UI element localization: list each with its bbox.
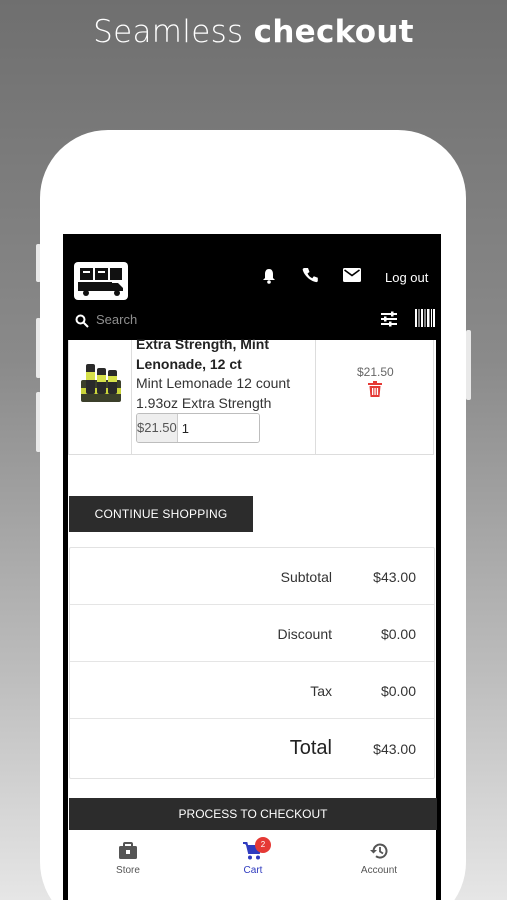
product-title[interactable]: Extra Strength, Mint Lenonade, 12 ct (136, 334, 316, 374)
bottom-tab-bar: Store 2 Cart Account (68, 830, 436, 900)
cart-item-row: Extra Strength, Mint Lenonade, 12 ct Min… (68, 336, 434, 455)
line-price: $21.50 (357, 365, 394, 379)
promo-title-bold: checkout (253, 14, 414, 50)
subtotal-row: Subtotal $43.00 (70, 548, 434, 605)
product-description: Mint Lemonade 12 count 1.93oz Extra Stre… (136, 373, 316, 413)
discount-label: Discount (277, 626, 332, 642)
logout-link[interactable]: Log out (385, 270, 428, 285)
subtotal-value: $43.00 (373, 569, 416, 585)
quantity-field: $21.50 (136, 413, 260, 443)
checkout-button[interactable]: PROCESS TO CHECKOUT (69, 798, 437, 830)
trash-icon[interactable] (368, 381, 382, 402)
tab-account[interactable]: Account (334, 842, 424, 876)
tax-value: $0.00 (380, 683, 416, 699)
truck-logo[interactable] (74, 262, 128, 300)
total-label: Total (289, 737, 332, 759)
continue-shopping-button[interactable]: CONTINUE SHOPPING (69, 496, 253, 532)
discount-value: $0.00 (380, 626, 416, 642)
unit-price: $21.50 (137, 414, 178, 442)
product-description-line: 1.93oz Extra Strength (136, 395, 272, 411)
tax-row: Tax $0.00 (70, 662, 434, 719)
filter-icon[interactable] (380, 310, 398, 333)
mail-icon[interactable] (343, 268, 361, 287)
tab-store[interactable]: Store (83, 842, 173, 876)
promo-title-light: Seamless (93, 14, 244, 50)
history-icon (369, 843, 389, 863)
product-image[interactable] (78, 358, 124, 406)
barcode-icon[interactable] (415, 309, 435, 332)
store-icon (118, 842, 138, 863)
phone-side-button (466, 330, 471, 400)
quantity-input[interactable] (177, 414, 259, 442)
tab-cart-label: Cart (243, 865, 263, 876)
search-bar[interactable]: Search (75, 309, 435, 333)
cart-icon (243, 842, 263, 863)
phone-icon[interactable] (302, 267, 318, 288)
order-summary: Subtotal $43.00 Discount $0.00 Tax $0.00… (69, 547, 435, 779)
total-row: Total $43.00 (70, 719, 434, 779)
product-title-line: Extra Strength, Mint (136, 336, 270, 352)
product-title-line: Lenonade, 12 ct (136, 356, 242, 372)
total-value: $43.00 (373, 741, 416, 757)
search-input[interactable]: Search (96, 312, 137, 327)
product-description-line: Mint Lemonade 12 count (136, 375, 291, 391)
discount-row: Discount $0.00 (70, 605, 434, 662)
column-divider (131, 340, 132, 455)
cart-content: Extra Strength, Mint Lenonade, 12 ct Min… (68, 336, 437, 900)
app-screen: Log out Search Extra Strength, Mint Leno… (63, 234, 441, 900)
tab-cart[interactable]: 2 Cart (208, 837, 298, 876)
tab-store-label: Store (116, 865, 140, 876)
search-icon (75, 314, 89, 333)
app-header: Log out Search (63, 234, 441, 340)
tab-account-label: Account (360, 865, 398, 876)
tax-label: Tax (310, 683, 332, 699)
cart-count-badge: 2 (255, 837, 271, 853)
bell-icon[interactable] (262, 268, 276, 289)
promo-title: Seamless checkout (0, 14, 507, 50)
subtotal-label: Subtotal (280, 569, 332, 585)
